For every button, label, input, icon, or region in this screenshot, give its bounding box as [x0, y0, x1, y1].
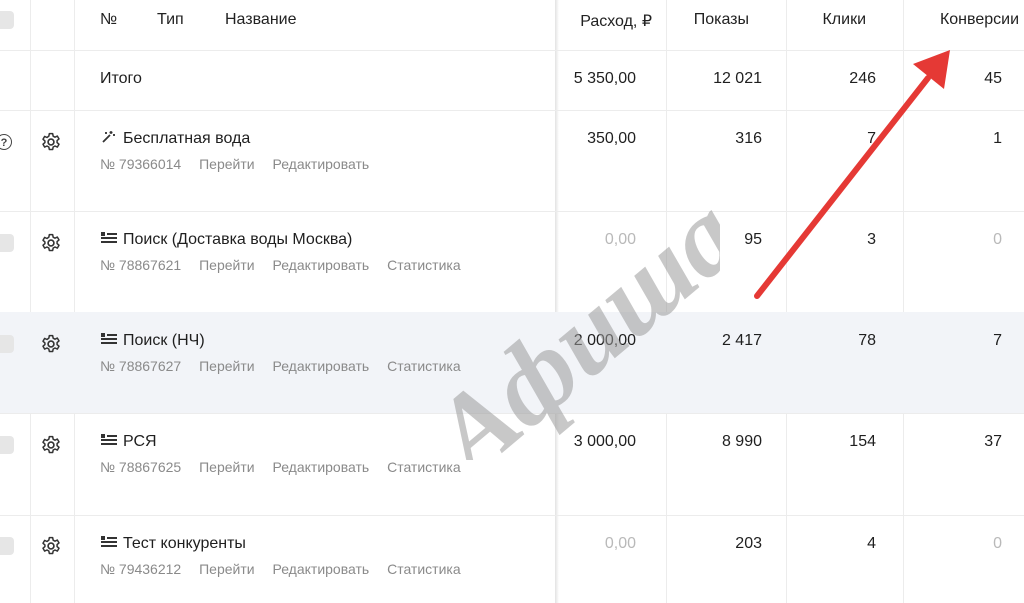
stats-link[interactable]: Статистика: [387, 358, 461, 374]
gear-icon[interactable]: [41, 334, 61, 354]
spend-value: 2 000,00: [573, 332, 636, 349]
campaign-name[interactable]: Поиск (Доставка воды Москва): [123, 231, 352, 248]
impressions-value: 203: [735, 535, 762, 552]
table-row: Тест конкуренты № 79436212 Перейти Редак…: [0, 515, 1024, 603]
campaigns-table: № Тип Название Расход, ₽ Показы Клики Ко…: [0, 0, 1024, 603]
total-clicks: 246: [849, 70, 876, 87]
table-header: № Тип Название Расход, ₽ Показы Клики Ко…: [0, 0, 1024, 51]
total-conversions: 45: [984, 70, 1002, 87]
total-row: Итого 5 350,00 12 021 246 45: [0, 50, 1024, 111]
go-link[interactable]: Перейти: [199, 561, 254, 577]
campaign-name[interactable]: Тест конкуренты: [123, 535, 246, 552]
table-row: Поиск (Доставка воды Москва) № 78867621 …: [0, 211, 1024, 313]
stats-link[interactable]: Статистика: [387, 459, 461, 475]
header-impressions[interactable]: Показы: [694, 11, 749, 29]
header-type[interactable]: Тип: [157, 11, 184, 29]
spend-value: 3 000,00: [573, 433, 636, 450]
conversions-value: 0: [993, 535, 1002, 552]
magic-wand-icon: [102, 131, 115, 143]
campaign-name[interactable]: Поиск (НЧ): [123, 332, 205, 349]
row-checkbox[interactable]: [0, 234, 14, 252]
header-number[interactable]: №: [100, 11, 117, 29]
edit-link[interactable]: Редактировать: [272, 561, 369, 577]
edit-link[interactable]: Редактировать: [272, 257, 369, 273]
edit-link[interactable]: Редактировать: [272, 156, 369, 172]
table-row: Поиск (НЧ) № 78867627 Перейти Редактиров…: [0, 312, 1024, 414]
row-checkbox[interactable]: [0, 436, 14, 454]
conversions-value: 37: [984, 433, 1002, 450]
spend-value: 350,00: [587, 130, 636, 147]
stats-link[interactable]: Статистика: [387, 257, 461, 273]
campaign-number: № 79366014: [100, 156, 182, 172]
header-conversions[interactable]: Конверсии: [940, 11, 1019, 29]
total-spend: 5 350,00: [573, 70, 636, 87]
go-link[interactable]: Перейти: [199, 156, 254, 172]
conversions-value: 0: [993, 231, 1002, 248]
campaign-name-cell: Поиск (Доставка воды Москва) № 78867621 …: [100, 231, 475, 273]
header-name[interactable]: Название: [225, 11, 297, 29]
select-all-checkbox[interactable]: [0, 11, 14, 29]
clicks-value: 7: [867, 130, 876, 147]
stats-link[interactable]: Статистика: [387, 561, 461, 577]
go-link[interactable]: Перейти: [199, 257, 254, 273]
go-link[interactable]: Перейти: [199, 358, 254, 374]
total-label: Итого: [100, 70, 142, 87]
conversions-value: 7: [993, 332, 1002, 349]
row-checkbox[interactable]: [0, 537, 14, 555]
impressions-value: 316: [735, 130, 762, 147]
header-spend[interactable]: Расход, ₽: [580, 11, 652, 31]
campaign-name[interactable]: РСЯ: [123, 433, 157, 450]
campaign-number: № 78867627: [100, 358, 182, 374]
gear-icon[interactable]: [41, 536, 61, 556]
campaign-name-cell: Поиск (НЧ) № 78867627 Перейти Редактиров…: [100, 332, 475, 374]
gear-icon[interactable]: [41, 233, 61, 253]
help-icon[interactable]: ?: [0, 134, 12, 150]
table-row: РСЯ № 78867625 Перейти Редактировать Ста…: [0, 413, 1024, 516]
impressions-value: 95: [744, 231, 762, 248]
go-link[interactable]: Перейти: [199, 459, 254, 475]
impressions-value: 2 417: [721, 332, 762, 349]
clicks-value: 154: [849, 433, 876, 450]
spend-value: 0,00: [604, 535, 636, 552]
gear-icon[interactable]: [41, 435, 61, 455]
campaign-number: № 79436212: [100, 561, 182, 577]
clicks-value: 4: [867, 535, 876, 552]
spend-value: 0,00: [604, 231, 636, 248]
campaign-number: № 78867621: [100, 257, 182, 273]
campaign-name-cell: РСЯ № 78867625 Перейти Редактировать Ста…: [100, 433, 475, 475]
list-icon: [101, 232, 117, 243]
total-impressions: 12 021: [713, 70, 762, 87]
row-checkbox[interactable]: [0, 335, 14, 353]
list-icon: [101, 434, 117, 445]
clicks-value: 3: [867, 231, 876, 248]
campaign-name-cell: Бесплатная вода № 79366014 Перейти Редак…: [100, 130, 383, 172]
clicks-value: 78: [858, 332, 876, 349]
list-icon: [101, 536, 117, 547]
campaign-name-cell: Тест конкуренты № 79436212 Перейти Редак…: [100, 535, 475, 577]
list-icon: [101, 333, 117, 344]
table-row: ? Бесплатная вода № 79366014 Перейти Ред…: [0, 110, 1024, 212]
gear-icon[interactable]: [41, 132, 61, 152]
campaign-number: № 78867625: [100, 459, 182, 475]
campaign-name[interactable]: Бесплатная вода: [123, 130, 250, 147]
edit-link[interactable]: Редактировать: [272, 358, 369, 374]
impressions-value: 8 990: [721, 433, 762, 450]
edit-link[interactable]: Редактировать: [272, 459, 369, 475]
conversions-value: 1: [993, 130, 1002, 147]
header-clicks[interactable]: Клики: [822, 11, 866, 29]
